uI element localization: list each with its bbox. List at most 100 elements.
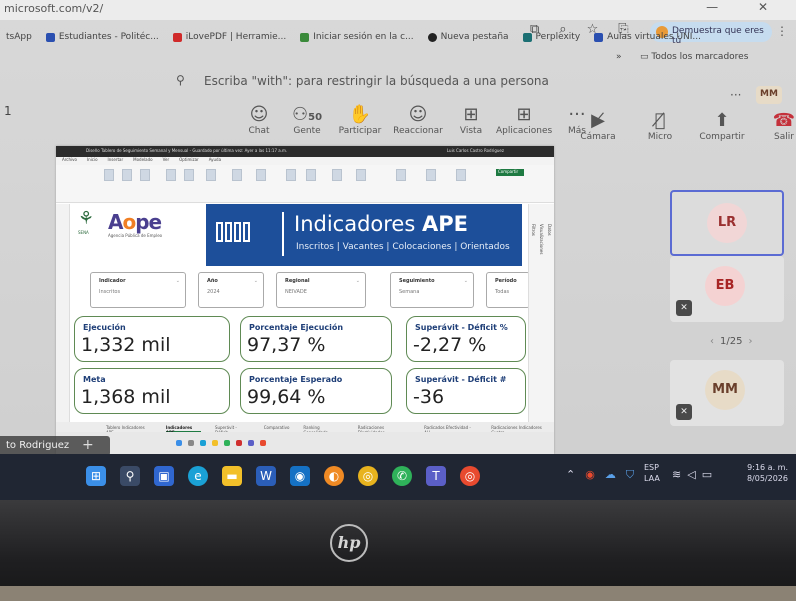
apps-button[interactable]: ⊞ Aplicaciones <box>496 104 552 152</box>
camera-button[interactable]: ▶̸ Cámara <box>570 110 626 142</box>
chevron-right-icon[interactable]: » <box>616 52 622 62</box>
plus-icon[interactable]: + <box>82 437 94 453</box>
page-tab[interactable]: Tablero Indicadores APE <box>106 425 152 435</box>
explorer-icon[interactable]: ▬ <box>222 466 242 486</box>
all-bookmarks-folder[interactable]: » ▭ Todos los marcadores <box>616 52 748 62</box>
pbi-panes-rail[interactable]: Filtros Visualizaciones Datos <box>528 204 554 444</box>
participant-tile-lr[interactable]: LR <box>670 190 784 256</box>
teams-search-box[interactable]: ⚲ Escriba "with": para restringir la bús… <box>170 68 670 94</box>
chevron-up-icon[interactable]: ⌃ <box>566 468 575 482</box>
page-tab[interactable]: Ranking Consolidado <box>303 425 343 435</box>
page-tab[interactable]: Radicados Efectividad - ALL <box>424 425 477 435</box>
ribbon-button[interactable] <box>356 169 366 181</box>
more-options-icon[interactable]: ··· <box>730 88 741 102</box>
pbi-menu-item[interactable]: Ayuda <box>209 157 221 165</box>
filter-regional[interactable]: Regional NEIVADE ⌄ <box>276 272 366 308</box>
pbi-menu-item[interactable]: Modelado <box>133 157 152 165</box>
bookmark-whatsapp[interactable]: tsApp <box>6 28 32 46</box>
outlook-icon[interactable]: ◉ <box>290 466 310 486</box>
mini-app-icon <box>260 440 266 446</box>
participant-tile-eb[interactable]: EB ✕ <box>670 256 784 322</box>
indicadores-banner: Indicadores APE Inscritos | Vacantes | C… <box>206 204 522 266</box>
cloud-icon[interactable]: ☁ <box>605 468 616 482</box>
pbi-menu-item[interactable]: Insertar <box>108 157 124 165</box>
page-tab[interactable]: Comparativo <box>264 425 290 432</box>
bookmark-ilovepdf[interactable]: iLovePDF | Herramie... <box>172 28 286 46</box>
browser-menu-icon[interactable]: ⋮ <box>776 24 788 38</box>
filter-indicador[interactable]: Indicador Inscritos ⌄ <box>90 272 186 308</box>
bookmark-perplexity[interactable]: Perplexity <box>522 28 580 46</box>
page-tab-active[interactable]: Indicadores APE <box>165 425 201 435</box>
search-placeholder: Escriba "with": para restringir la búsqu… <box>204 74 549 88</box>
whatsapp-icon[interactable]: ✆ <box>392 466 412 486</box>
chevron-left-icon[interactable]: ‹ <box>710 336 714 347</box>
page-tab[interactable]: Radicaciones Indicadores Cuatro <box>491 425 554 435</box>
taskbar-clock[interactable]: 9:16 a. m. 8/05/2026 <box>742 462 788 484</box>
bookmark-aulas-virtuales[interactable]: Aulas virtuales UNI... <box>594 28 701 46</box>
shield-icon[interactable]: ⛉ <box>626 468 634 482</box>
teams-icon[interactable]: T <box>426 466 446 486</box>
speaker-name-chip: to Rodriguez + <box>0 436 110 456</box>
filter-anio[interactable]: Año 2024 ⌄ <box>198 272 264 308</box>
ribbon-button[interactable] <box>104 169 114 181</box>
search-icon[interactable]: ⚲ <box>120 466 140 486</box>
ribbon-button[interactable] <box>396 169 406 181</box>
chevron-right-icon[interactable]: › <box>748 336 752 347</box>
chevron-down-icon: ⌄ <box>463 278 468 284</box>
shield-icon <box>45 32 55 42</box>
word-icon[interactable]: W <box>256 466 276 486</box>
chrome-icon[interactable]: ◎ <box>358 466 378 486</box>
bookmark-iniciar-sesion[interactable]: Iniciar sesión en la c... <box>300 28 414 46</box>
pbi-view-rail[interactable] <box>56 204 70 444</box>
chat-button[interactable]: ☺ Chat <box>236 104 282 152</box>
hp-logo: hp <box>330 524 368 562</box>
ribbon-button[interactable] <box>332 169 342 181</box>
ribbon-button[interactable] <box>166 169 176 181</box>
window-controls[interactable]: — ✕ <box>706 0 786 14</box>
share-button[interactable]: ⬆ Compartir <box>694 110 750 142</box>
filter-seguimiento[interactable]: Seguimiento Semana ⌄ <box>390 272 474 308</box>
browser-address-strip[interactable]: microsoft.com/v2/ — ✕ <box>0 0 796 20</box>
people-button[interactable]: ⚇50 Gente <box>284 104 330 152</box>
kpi-ejecucion: Ejecución 1,332 mil <box>74 316 230 362</box>
filter-periodo[interactable]: Período Todas <box>486 272 530 308</box>
pbi-menu-item[interactable]: Archivo <box>62 157 77 165</box>
page-tab[interactable]: Superávit - Déficit <box>215 425 250 435</box>
ribbon-button[interactable] <box>232 169 242 181</box>
pbi-menu-item[interactable]: Inicio <box>87 157 98 165</box>
app-tray-icon[interactable]: ◉ <box>585 468 595 482</box>
ribbon-button[interactable] <box>122 169 132 181</box>
ribbon-button[interactable] <box>426 169 436 181</box>
ribbon-button[interactable] <box>256 169 266 181</box>
address-bar-text[interactable]: microsoft.com/v2/ <box>4 2 103 15</box>
ribbon-button[interactable] <box>306 169 316 181</box>
edge-icon[interactable]: e <box>188 466 208 486</box>
pbi-ribbon: Compartir <box>56 165 554 203</box>
participant-tile-mm[interactable]: MM ✕ <box>670 360 784 426</box>
ribbon-button[interactable] <box>140 169 150 181</box>
files-icon[interactable]: ▣ <box>154 466 174 486</box>
ribbon-button[interactable] <box>206 169 216 181</box>
mic-button[interactable]: 🎙̸ Micro <box>632 110 688 142</box>
react-button[interactable]: ☺ Reaccionar <box>390 104 446 152</box>
page-tab[interactable]: Radicaciones Efectividades <box>358 425 410 435</box>
language-indicator[interactable]: ESP LAA <box>644 462 660 484</box>
bookmark-estudiantes[interactable]: Estudiantes - Politéc... <box>45 28 159 46</box>
chrome-alt-icon[interactable]: ◎ <box>460 466 480 486</box>
share-icon: ⬆ <box>714 110 730 131</box>
ribbon-button[interactable] <box>456 169 466 181</box>
firefox-icon[interactable]: ◐ <box>324 466 344 486</box>
pbi-share-button[interactable]: Compartir <box>496 169 524 176</box>
raise-hand-button[interactable]: ✋ Participar <box>332 104 388 152</box>
bookmark-nueva-pestana[interactable]: Nueva pestaña <box>427 28 509 46</box>
windows-icon[interactable]: ⊞ <box>86 466 106 486</box>
view-button[interactable]: ⊞ Vista <box>448 104 494 152</box>
user-avatar[interactable]: MM <box>756 86 782 104</box>
leave-button[interactable]: ☎ Salir <box>756 110 796 142</box>
ribbon-button[interactable] <box>286 169 296 181</box>
pbi-menu-item[interactable]: Ver <box>163 157 170 165</box>
pbi-menu-item[interactable]: Optimizar <box>179 157 199 165</box>
system-tray: ⌃ ◉ ☁ ⛉ <box>566 468 634 482</box>
network-volume-battery[interactable]: ≋◁▭ <box>672 468 718 481</box>
ribbon-button[interactable] <box>184 169 194 181</box>
